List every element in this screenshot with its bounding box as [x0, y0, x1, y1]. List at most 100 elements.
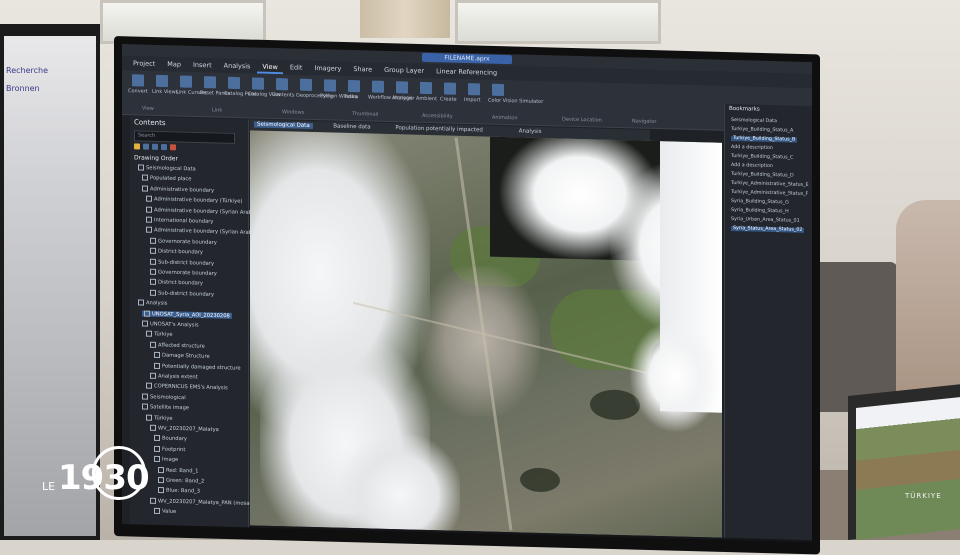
layer-visibility-checkbox[interactable]	[144, 310, 150, 317]
ribbon-tab-imagery[interactable]: Imagery	[309, 61, 346, 76]
ribbon-button-convert[interactable]	[132, 74, 144, 87]
ribbon-button-ambient[interactable]	[420, 81, 432, 95]
layer-visibility-checkbox[interactable]	[150, 237, 156, 244]
ribbon-button-catalog-view[interactable]	[252, 77, 264, 90]
layer-tree-item[interactable]: Sub-district boundary	[150, 258, 214, 267]
layer-visibility-checkbox[interactable]	[154, 456, 160, 463]
layer-tree-item[interactable]: Governorate boundary	[150, 237, 217, 246]
layer-visibility-checkbox[interactable]	[142, 393, 148, 400]
layer-tree-item[interactable]: Sub-district boundary	[150, 289, 214, 298]
layer-tree-item[interactable]: Satellite image	[142, 403, 189, 411]
layer-visibility-checkbox[interactable]	[154, 352, 160, 359]
bookmark-item[interactable]: Turkiye_Building_Status_B	[731, 135, 798, 143]
layer-tree-item[interactable]: WV_20230207_Malatya	[150, 424, 219, 433]
layer-tree-item[interactable]: Red: Band_1	[158, 466, 198, 474]
layer-visibility-checkbox[interactable]	[154, 362, 160, 369]
layer-visibility-checkbox[interactable]	[142, 403, 148, 410]
ribbon-button-link-cursors[interactable]	[180, 75, 192, 88]
ribbon-button-link-views[interactable]	[156, 74, 168, 88]
layer-tree-item[interactable]: Türkiye	[146, 414, 173, 421]
ribbon-button-analysis[interactable]	[396, 81, 408, 94]
layer-tree-item[interactable]: Administrative boundary (Türkiye)	[146, 195, 242, 205]
list-by-snapping-icon[interactable]	[170, 144, 176, 151]
layer-visibility-checkbox[interactable]	[154, 435, 160, 442]
bookmark-item[interactable]: Turkiye_Administrative_Status_F	[731, 190, 808, 197]
layer-visibility-checkbox[interactable]	[138, 164, 144, 171]
layer-tree-item[interactable]: Potentially damaged structure	[154, 362, 241, 371]
layer-tree-item[interactable]: Analysis extent	[150, 372, 198, 380]
layer-tree-item[interactable]: Seismological	[142, 393, 186, 401]
layer-tree-item[interactable]: Affected structure	[150, 341, 205, 349]
layer-visibility-checkbox[interactable]	[150, 289, 156, 296]
bookmark-item[interactable]: Syria_Status_Area_Status_02	[731, 225, 805, 233]
layer-tree-item[interactable]: District boundary	[150, 247, 203, 256]
layer-tree-item[interactable]: Administrative boundary (Syrian Arab R)	[146, 227, 259, 236]
ribbon-tab-insert[interactable]: Insert	[188, 58, 217, 73]
layer-tree-item[interactable]: Value	[154, 508, 176, 515]
layer-visibility-checkbox[interactable]	[150, 497, 156, 504]
ribbon-button-contents[interactable]	[276, 78, 288, 91]
bookmark-item[interactable]: Turkiye_Building_Status_A	[731, 127, 793, 134]
layer-visibility-checkbox[interactable]	[150, 268, 156, 275]
bookmark-item[interactable]: Syria_Urban_Area_Status_01	[731, 217, 800, 224]
ribbon-button-tasks[interactable]	[348, 79, 360, 93]
bookmark-item[interactable]: Syria_Building_Status_G	[731, 199, 789, 206]
map-tab[interactable]: Seismological Data	[254, 121, 313, 129]
layer-visibility-checkbox[interactable]	[150, 372, 156, 379]
bookmark-item[interactable]: Seismological Data	[731, 118, 777, 124]
list-by-drawing-order-icon[interactable]	[134, 143, 140, 150]
layer-tree-item[interactable]: Administrative boundary	[142, 185, 214, 194]
bookmark-item[interactable]: Syria_Building_Status_H	[731, 208, 789, 215]
list-by-editing-icon[interactable]	[161, 144, 167, 151]
ribbon-button-geoprocessing[interactable]	[300, 78, 312, 91]
list-by-source-icon[interactable]	[143, 143, 149, 150]
layer-tree-item[interactable]: Blue: Band_3	[158, 487, 200, 495]
bookmark-item[interactable]: Turkiye_Building_Status_C	[731, 154, 793, 161]
layer-visibility-checkbox[interactable]	[150, 424, 156, 431]
layer-visibility-checkbox[interactable]	[158, 466, 164, 473]
contents-search-input[interactable]: Search	[134, 130, 235, 144]
bookmark-item[interactable]: Turkiye_Building_Status_D	[731, 172, 794, 179]
layer-visibility-checkbox[interactable]	[158, 487, 164, 494]
layer-visibility-checkbox[interactable]	[158, 476, 164, 484]
layer-visibility-checkbox[interactable]	[150, 279, 156, 286]
layer-visibility-checkbox[interactable]	[142, 174, 148, 182]
layer-tree-item[interactable]: Populated place	[142, 174, 191, 183]
layer-tree-item[interactable]: Administrative boundary (Syrian Arab Rep…	[146, 206, 266, 216]
ribbon-tab-analysis[interactable]: Analysis	[219, 59, 256, 74]
layer-tree-item[interactable]: Seismological Data	[138, 164, 196, 172]
layer-visibility-checkbox[interactable]	[146, 383, 152, 390]
layer-visibility-checkbox[interactable]	[142, 185, 148, 192]
layer-visibility-checkbox[interactable]	[146, 206, 152, 213]
layer-tree-item[interactable]: Türkiye	[146, 331, 173, 338]
layer-tree-item[interactable]: District boundary	[150, 279, 203, 287]
layer-tree-item[interactable]: Analysis	[138, 299, 167, 307]
layer-visibility-checkbox[interactable]	[150, 247, 156, 255]
ribbon-button-color-vision-simulator[interactable]	[492, 83, 504, 97]
bookmark-item[interactable]: Add a description	[731, 163, 773, 169]
layer-visibility-checkbox[interactable]	[146, 216, 152, 223]
map-tab[interactable]: Baseline data	[333, 124, 370, 131]
list-by-selection-icon[interactable]	[152, 143, 158, 150]
ribbon-tab-edit[interactable]: Edit	[285, 60, 308, 75]
layer-visibility-checkbox[interactable]	[154, 445, 160, 452]
layer-tree-item[interactable]: Footprint	[154, 445, 185, 453]
layer-visibility-checkbox[interactable]	[142, 320, 148, 327]
bookmark-item[interactable]: Turkiye_Administrative_Status_E	[731, 181, 809, 188]
ribbon-tab-group-layer[interactable]: Group Layer	[379, 63, 429, 78]
ribbon-button-reset-panes[interactable]	[204, 76, 216, 89]
layer-visibility-checkbox[interactable]	[154, 508, 160, 515]
layer-visibility-checkbox[interactable]	[150, 341, 156, 348]
ribbon-button-python-window[interactable]	[324, 79, 336, 92]
layer-tree-item[interactable]: COPERNICUS EMS's Analysis	[146, 383, 228, 392]
ribbon-tab-share[interactable]: Share	[348, 62, 377, 77]
ribbon-tab-project[interactable]: Project	[128, 56, 160, 71]
ribbon-button-workflow-manager[interactable]	[372, 80, 384, 93]
layer-tree-item[interactable]: WV_20230207_Malatya_PAN (mosaic)	[150, 497, 256, 507]
layer-visibility-checkbox[interactable]	[146, 195, 152, 202]
layer-tree-item[interactable]: Damage Structure	[154, 352, 210, 360]
layer-tree-item[interactable]: Governorate boundary	[150, 268, 217, 277]
bookmark-item[interactable]: Add a description	[731, 145, 773, 151]
map-tab[interactable]: Analysis	[519, 128, 542, 135]
layer-tree-item[interactable]: International boundary	[146, 216, 213, 225]
